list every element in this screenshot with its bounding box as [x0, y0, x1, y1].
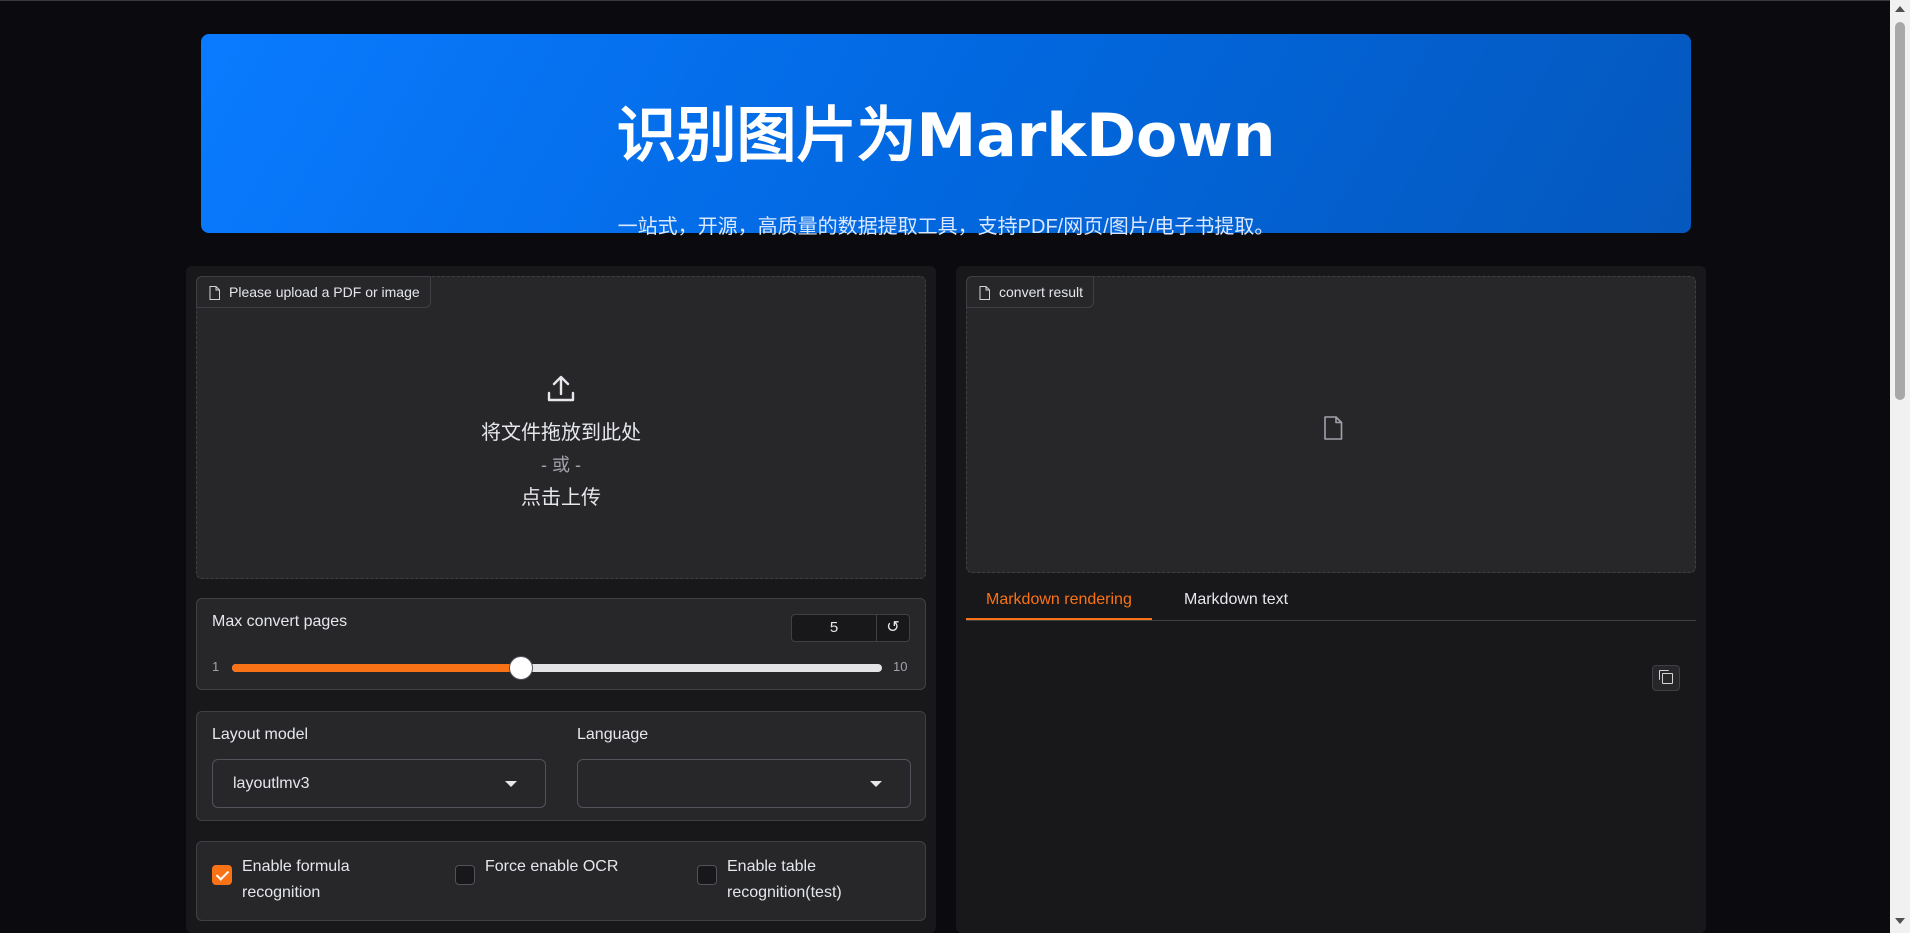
or-text: - 或 - [541, 455, 581, 475]
layout-model-value: layoutlmv3 [233, 775, 310, 792]
header-banner: 识别图片为MarkDown 一站式，开源，高质量的数据提取工具，支持PDF/网页… [201, 34, 1691, 238]
upload-label-tag: Please upload a PDF or image [196, 276, 431, 308]
tab-markdown-rendering[interactable]: Markdown rendering [966, 584, 1152, 620]
page-scrollbar[interactable] [1890, 0, 1910, 933]
layout-model-dropdown[interactable]: layoutlmv3 [212, 759, 546, 808]
ocr-checkbox-label[interactable]: Force enable OCR [485, 854, 635, 880]
upload-icon [547, 375, 575, 402]
slider-max-label: 10 [893, 659, 908, 674]
file-icon [209, 286, 220, 300]
right-panel: convert result Markdown rendering Markdo… [956, 266, 1706, 933]
max-pages-number-input[interactable]: 5 [791, 614, 877, 642]
upload-prompt: 将文件拖放到此处 - 或 - 点击上传 [197, 373, 925, 510]
page-subtitle: 一站式，开源，高质量的数据提取工具，支持PDF/网页/图片/电子书提取。 [617, 216, 1275, 238]
page-title: 识别图片为MarkDown [616, 101, 1276, 171]
layout-model-label: Layout model [212, 726, 309, 743]
tab-markdown-text[interactable]: Markdown text [1164, 584, 1308, 620]
options-checkboxes: Enable formula recognition Force enable … [196, 841, 926, 921]
slider-min-label: 1 [212, 659, 220, 674]
window-border [0, 0, 1910, 1]
result-label-tag: convert result [966, 276, 1095, 308]
chevron-down-icon [870, 781, 882, 787]
left-panel: Please upload a PDF or image 将文件拖放到此处 - … [186, 266, 936, 933]
copy-icon[interactable] [1652, 665, 1680, 691]
slider-thumb[interactable] [508, 656, 533, 680]
scroll-up-icon[interactable] [1895, 6, 1905, 12]
file-icon [1324, 416, 1343, 440]
slider-fill [232, 664, 521, 672]
chevron-down-icon [505, 781, 517, 787]
language-label: Language [577, 726, 649, 743]
max-pages-slider[interactable] [232, 656, 882, 680]
table-checkbox-label[interactable]: Enable table recognition(test) [727, 854, 877, 906]
table-checkbox[interactable] [697, 865, 717, 885]
result-label: convert result [999, 284, 1084, 300]
click-upload-text[interactable]: 点击上传 [197, 481, 925, 510]
formula-checkbox-label[interactable]: Enable formula recognition [242, 854, 392, 906]
model-language-block: Layout model layoutlmv3 Language [196, 711, 926, 821]
language-dropdown[interactable] [577, 759, 911, 808]
scroll-down-icon[interactable] [1895, 918, 1905, 924]
formula-checkbox[interactable] [212, 865, 232, 885]
file-icon [979, 286, 990, 300]
reset-icon[interactable]: ↺ [876, 614, 910, 642]
max-pages-label: Max convert pages [212, 613, 348, 630]
upload-label: Please upload a PDF or image [229, 284, 420, 300]
file-upload-dropzone[interactable]: Please upload a PDF or image 将文件拖放到此处 - … [196, 276, 926, 579]
ocr-checkbox[interactable] [455, 865, 475, 885]
scrollbar-thumb[interactable] [1895, 22, 1905, 400]
max-pages-slider-block: Max convert pages 5 ↺ 1 10 [196, 598, 926, 690]
drop-text: 将文件拖放到此处 [481, 422, 641, 444]
convert-result-file[interactable]: convert result [966, 276, 1696, 573]
markdown-tabs: Markdown rendering Markdown text [966, 584, 1696, 621]
